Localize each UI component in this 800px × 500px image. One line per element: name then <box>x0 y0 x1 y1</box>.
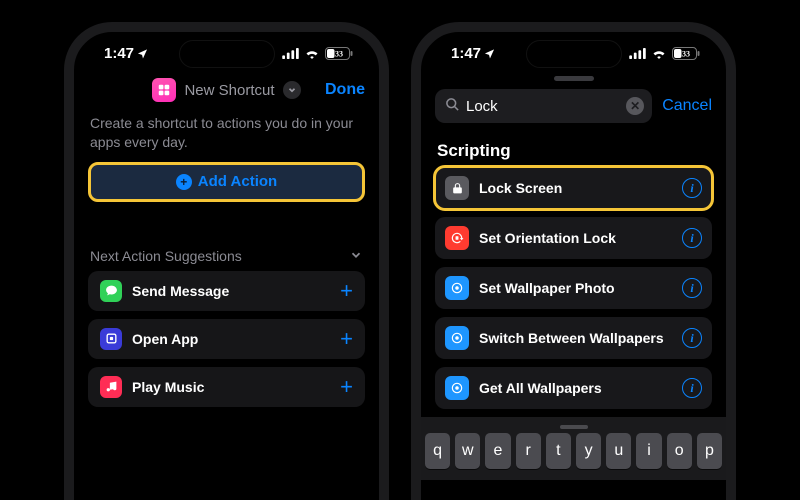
intro-text: Create a shortcut to actions you do in y… <box>74 112 379 162</box>
done-button[interactable]: Done <box>325 81 365 99</box>
time: 1:47 <box>104 45 134 62</box>
section-title: Scripting <box>421 129 726 167</box>
suggestion-label: Open App <box>132 331 330 347</box>
chevron-down-icon[interactable] <box>349 248 363 265</box>
dynamic-island <box>179 40 275 68</box>
messages-icon <box>100 280 122 302</box>
result-label: Lock Screen <box>479 180 672 196</box>
location-icon <box>137 48 148 59</box>
add-action-button[interactable]: + Add Action <box>88 162 365 202</box>
title-text: New Shortcut <box>184 82 274 99</box>
suggestions-title: Next Action Suggestions <box>90 248 242 264</box>
info-icon[interactable]: i <box>682 178 702 198</box>
key-o[interactable]: o <box>667 433 692 469</box>
key-r[interactable]: r <box>516 433 541 469</box>
info-icon[interactable]: i <box>682 278 702 298</box>
status-time: 1:47 <box>104 45 148 62</box>
result-row[interactable]: Get All Wallpapers i <box>435 367 712 409</box>
info-icon[interactable]: i <box>682 228 702 248</box>
suggestion-label: Play Music <box>132 379 330 395</box>
wallpaper-icon <box>445 376 469 400</box>
key-i[interactable]: i <box>636 433 661 469</box>
search-row: Lock ✕ Cancel <box>421 89 726 129</box>
shortcut-title[interactable]: New Shortcut <box>152 78 300 102</box>
plus-icon[interactable]: + <box>340 374 353 400</box>
phone-left: 1:47 33 <box>64 22 389 500</box>
wifi-icon <box>304 48 320 59</box>
keyboard-row: qwertyuiop <box>425 433 722 469</box>
info-icon[interactable]: i <box>682 378 702 398</box>
clear-icon[interactable]: ✕ <box>626 97 644 115</box>
shortcut-icon <box>152 78 176 102</box>
result-label: Set Wallpaper Photo <box>479 280 672 296</box>
battery-pct: 33 <box>335 49 343 58</box>
lock-icon <box>445 176 469 200</box>
status-bar: 1:47 33 <box>421 32 726 74</box>
result-label: Switch Between Wallpapers <box>479 330 672 346</box>
key-e[interactable]: e <box>485 433 510 469</box>
result-label: Set Orientation Lock <box>479 230 672 246</box>
status-time: 1:47 <box>451 45 495 62</box>
open-app-icon <box>100 328 122 350</box>
cellular-icon <box>629 48 646 59</box>
suggestion-row[interactable]: Play Music + <box>88 367 365 407</box>
key-w[interactable]: w <box>455 433 480 469</box>
phone-right: 1:47 33 <box>411 22 736 500</box>
search-icon <box>445 97 460 116</box>
result-row[interactable]: Set Orientation Lock i <box>435 217 712 259</box>
plus-circle-icon: + <box>176 174 192 190</box>
dynamic-island <box>526 40 622 68</box>
suggestion-label: Send Message <box>132 283 330 299</box>
battery-icon: 33 <box>325 47 353 60</box>
suggestion-row[interactable]: Send Message + <box>88 271 365 311</box>
music-icon <box>100 376 122 398</box>
cancel-button[interactable]: Cancel <box>662 97 712 115</box>
result-row-lock-screen[interactable]: Lock Screen i <box>435 167 712 209</box>
key-t[interactable]: t <box>546 433 571 469</box>
search-input[interactable]: Lock ✕ <box>435 89 652 123</box>
search-value: Lock <box>466 98 626 115</box>
wallpaper-icon <box>445 276 469 300</box>
wallpaper-icon <box>445 326 469 350</box>
plus-icon[interactable]: + <box>340 278 353 304</box>
key-q[interactable]: q <box>425 433 450 469</box>
result-label: Get All Wallpapers <box>479 380 672 396</box>
info-icon[interactable]: i <box>682 328 702 348</box>
key-u[interactable]: u <box>606 433 631 469</box>
orientation-lock-icon <box>445 226 469 250</box>
suggestion-row[interactable]: Open App + <box>88 319 365 359</box>
wifi-icon <box>651 48 667 59</box>
add-action-label: Add Action <box>198 173 277 190</box>
editor-header: New Shortcut Done <box>74 74 379 112</box>
time: 1:47 <box>451 45 481 62</box>
keyboard[interactable]: qwertyuiop <box>421 417 726 480</box>
cellular-icon <box>282 48 299 59</box>
result-row[interactable]: Set Wallpaper Photo i <box>435 267 712 309</box>
battery-icon: 33 <box>672 47 700 60</box>
location-icon <box>484 48 495 59</box>
plus-icon[interactable]: + <box>340 326 353 352</box>
key-p[interactable]: p <box>697 433 722 469</box>
result-row[interactable]: Switch Between Wallpapers i <box>435 317 712 359</box>
suggestions: Next Action Suggestions Send Message + O… <box>74 202 379 407</box>
keyboard-handle[interactable] <box>560 425 588 429</box>
key-y[interactable]: y <box>576 433 601 469</box>
sheet-grabber[interactable] <box>554 76 594 81</box>
chevron-down-icon[interactable] <box>283 81 301 99</box>
svg-text:33: 33 <box>682 49 690 58</box>
status-bar: 1:47 33 <box>74 32 379 74</box>
